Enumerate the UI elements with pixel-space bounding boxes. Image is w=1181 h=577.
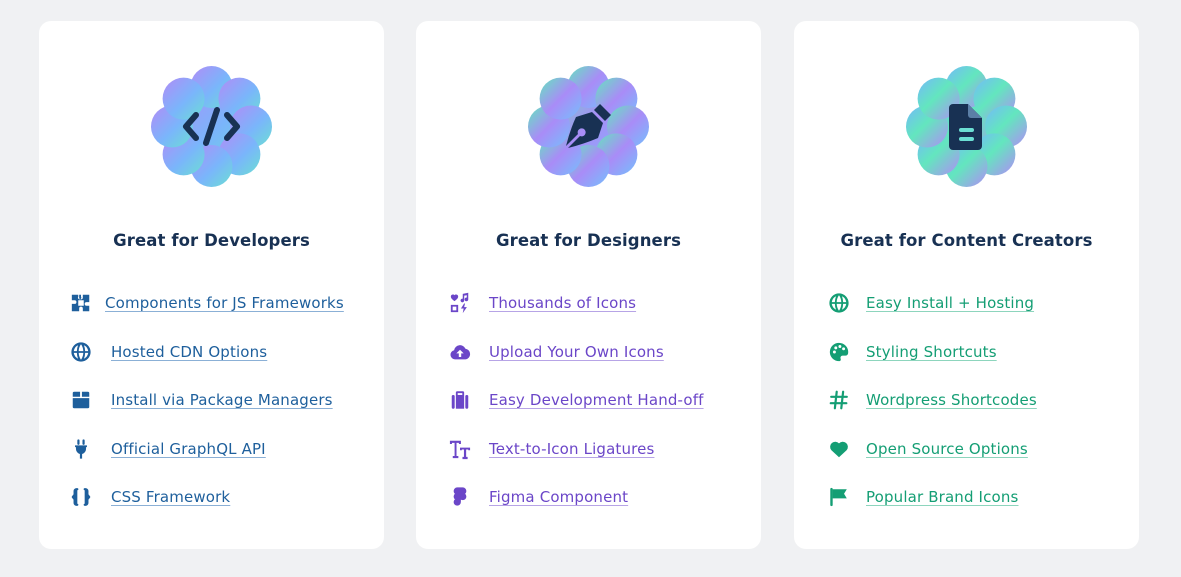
styling-shortcuts-link[interactable]: Styling Shortcuts [866, 343, 997, 361]
feature-item: Install via Package Managers [69, 386, 333, 414]
card-title: Great for Content Creators [840, 231, 1093, 250]
card-title: Great for Designers [495, 231, 681, 250]
designers-badge [528, 66, 649, 187]
palette-icon [827, 340, 851, 364]
feature-item: Open Source Options [827, 435, 1028, 463]
feature-item: Text-to-Icon Ligatures [448, 435, 654, 463]
globe-icon [827, 291, 851, 315]
install-package-managers-link[interactable]: Install via Package Managers [111, 391, 333, 409]
box-icon [69, 388, 93, 412]
feature-item: Official GraphQL API [69, 435, 266, 463]
developers-card: Great for Developers Components for JS F… [39, 21, 384, 549]
open-source-options-link[interactable]: Open Source Options [866, 440, 1028, 458]
curly-braces-icon [69, 485, 93, 509]
feature-item: Components for JS Frameworks [69, 289, 344, 317]
feature-item: Thousands of Icons [448, 289, 636, 317]
code-icon [151, 66, 272, 187]
puzzle-pieces-icon [69, 291, 93, 315]
css-framework-link[interactable]: CSS Framework [111, 488, 230, 506]
feature-item: Popular Brand Icons [827, 483, 1018, 511]
content-creators-card: Great for Content Creators Easy Install … [794, 21, 1139, 549]
text-to-icon-ligatures-link[interactable]: Text-to-Icon Ligatures [489, 440, 654, 458]
developers-badge [151, 66, 272, 187]
suitcase-icon [448, 388, 472, 412]
cloud-upload-icon [448, 340, 472, 364]
file-lines-icon [906, 66, 1027, 187]
figma-icon [448, 485, 472, 509]
feature-item: Easy Install + Hosting [827, 289, 1034, 317]
content-creators-badge [906, 66, 1027, 187]
upload-own-icons-link[interactable]: Upload Your Own Icons [489, 343, 664, 361]
heart-icon [827, 437, 851, 461]
feature-item: CSS Framework [69, 483, 230, 511]
plug-icon [69, 437, 93, 461]
development-hand-off-link[interactable]: Easy Development Hand-off [489, 391, 704, 409]
feature-item: Figma Component [448, 483, 628, 511]
thousands-of-icons-link[interactable]: Thousands of Icons [489, 294, 636, 312]
text-size-icon [448, 437, 472, 461]
card-title: Great for Developers [113, 231, 310, 250]
icons-collection-icon [448, 291, 472, 315]
feature-item: Styling Shortcuts [827, 338, 997, 366]
official-graphql-api-link[interactable]: Official GraphQL API [111, 440, 266, 458]
hashtag-icon [827, 388, 851, 412]
flag-icon [827, 485, 851, 509]
feature-item: Upload Your Own Icons [448, 338, 664, 366]
globe-icon [69, 340, 93, 364]
designers-card: Great for Designers Thousands of Icons U… [416, 21, 761, 549]
feature-item: Easy Development Hand-off [448, 386, 704, 414]
feature-item: Hosted CDN Options [69, 338, 267, 366]
components-js-frameworks-link[interactable]: Components for JS Frameworks [105, 294, 344, 312]
wordpress-shortcodes-link[interactable]: Wordpress Shortcodes [866, 391, 1037, 409]
easy-install-hosting-link[interactable]: Easy Install + Hosting [866, 294, 1034, 312]
pen-nib-icon [528, 66, 649, 187]
hosted-cdn-options-link[interactable]: Hosted CDN Options [111, 343, 267, 361]
feature-item: Wordpress Shortcodes [827, 386, 1037, 414]
figma-component-link[interactable]: Figma Component [489, 488, 628, 506]
popular-brand-icons-link[interactable]: Popular Brand Icons [866, 488, 1018, 506]
